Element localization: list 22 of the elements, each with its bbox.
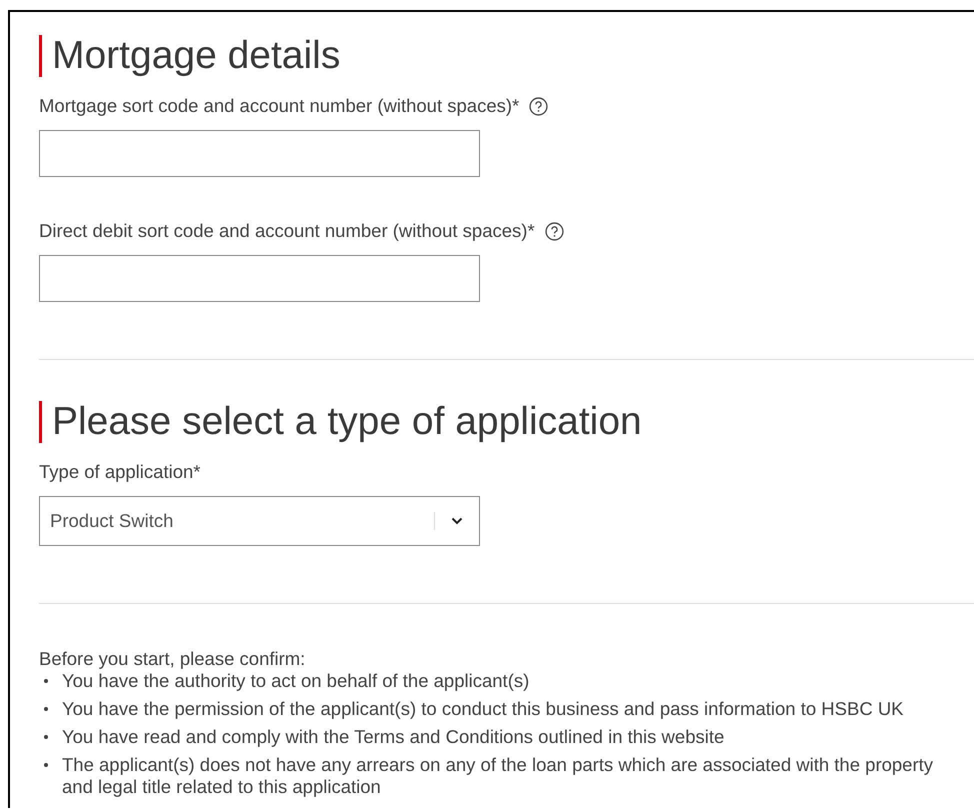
chevron-down-icon	[451, 517, 463, 525]
bullet-icon	[44, 735, 48, 739]
field-label: Mortgage sort code and account number (without spaces)*	[39, 95, 520, 117]
input-field[interactable]	[39, 255, 480, 302]
application-type-dropdown[interactable]: Product Switch	[39, 496, 480, 546]
section-heading: Mortgage details	[52, 36, 340, 76]
heading-accent-bar	[39, 401, 42, 443]
input-field[interactable]	[39, 130, 480, 177]
bullet-icon	[44, 679, 48, 683]
heading-accent-bar	[39, 35, 42, 77]
bullet-icon	[44, 763, 48, 767]
bullet-icon	[44, 707, 48, 711]
field-label: Type of application*	[39, 461, 200, 483]
confirmation-item: You have the authority to act on behalf of the applicant(s)	[62, 670, 530, 692]
confirmation-item: You have read and comply with the Terms and Conditions outlined in this website	[62, 726, 724, 748]
section-heading: Please select a type of application	[52, 402, 642, 442]
help-icon[interactable]	[544, 222, 564, 240]
confirmation-item: You have the permission of the applicant(s) to conduct this business and pass information to HSBC UK	[62, 698, 904, 720]
confirmation-item: The applicant(s) does not have any arrears on any of the loan parts which are associated with the property and legal title related to this application	[62, 754, 934, 798]
confirmation-intro: Before you start, please confirm:	[39, 648, 306, 670]
field-label: Direct debit sort code and account number (without spaces)*	[39, 220, 535, 242]
help-icon[interactable]	[529, 96, 548, 116]
